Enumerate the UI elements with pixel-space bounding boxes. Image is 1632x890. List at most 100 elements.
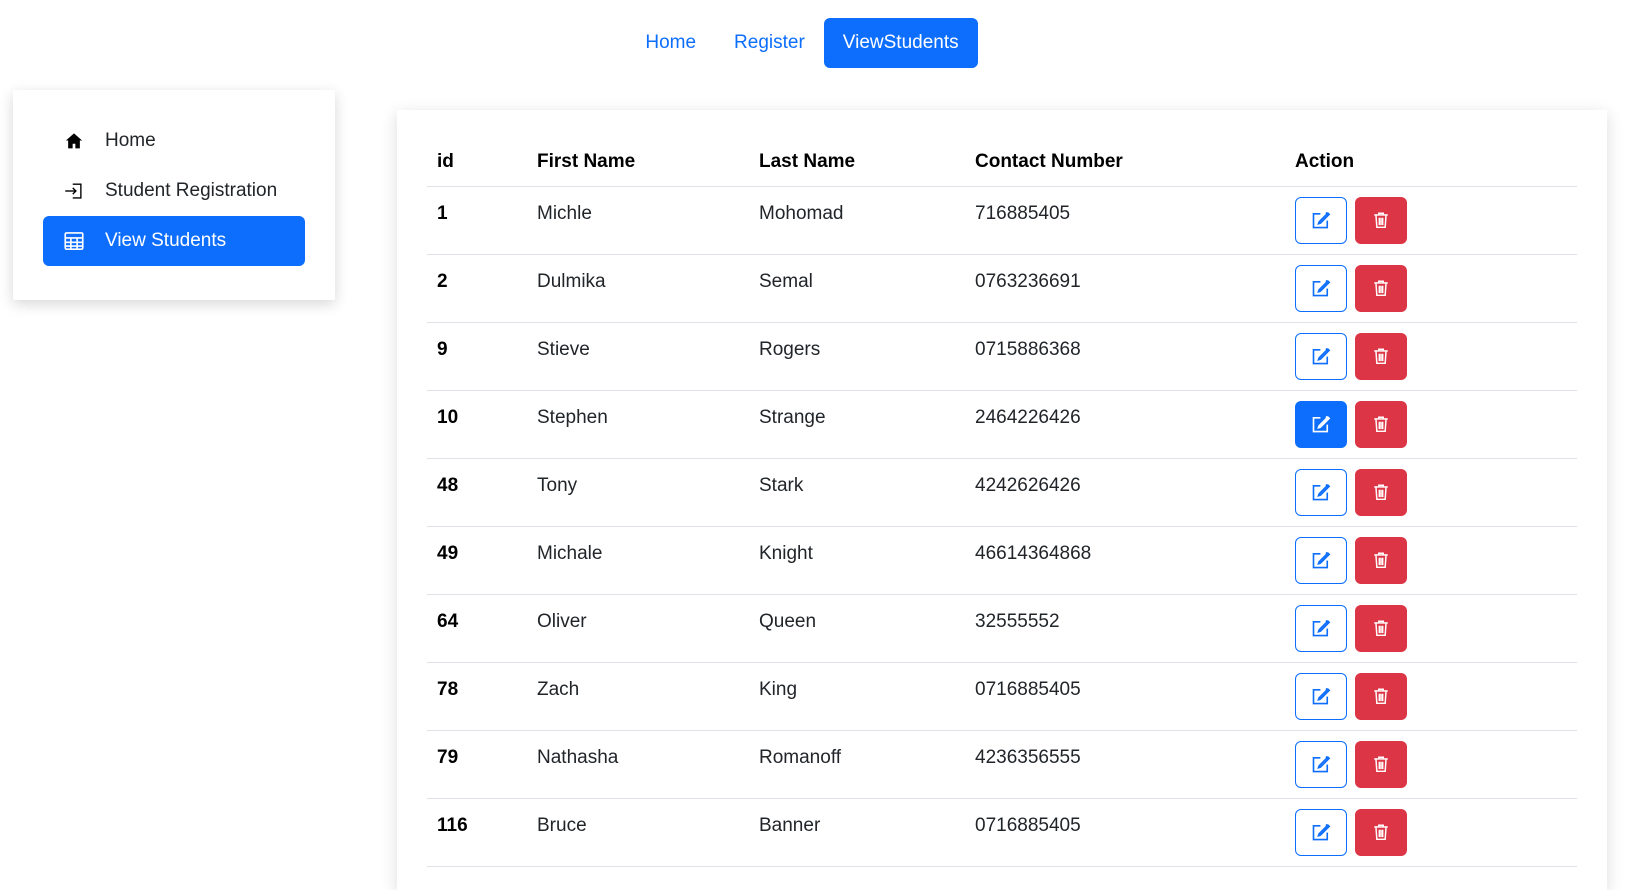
edit-button[interactable] bbox=[1295, 604, 1347, 652]
cell-action bbox=[1285, 594, 1577, 663]
cell-action bbox=[1285, 662, 1577, 731]
cell-contact-number: 0715886368 bbox=[965, 322, 1285, 391]
cell-first-name: Zach bbox=[527, 662, 749, 731]
edit-button[interactable] bbox=[1295, 468, 1347, 516]
home-icon bbox=[63, 130, 85, 152]
cell-action bbox=[1285, 526, 1577, 595]
nav-register-link[interactable]: Register bbox=[715, 18, 824, 68]
edit-button[interactable] bbox=[1295, 332, 1347, 380]
edit-button[interactable] bbox=[1295, 808, 1347, 856]
table-row: 1 Michle Mohomad 716885405 bbox=[427, 186, 1577, 255]
cell-id: 64 bbox=[427, 594, 527, 663]
table-row: 48 Tony Stark 4242626426 bbox=[427, 458, 1577, 527]
header-first-name: First Name bbox=[527, 138, 749, 187]
edit-button[interactable] bbox=[1295, 536, 1347, 584]
table-row: 9 Stieve Rogers 0715886368 bbox=[427, 322, 1577, 391]
cell-first-name: Oliver bbox=[527, 594, 749, 663]
cell-first-name: Dulmika bbox=[527, 254, 749, 323]
cell-action bbox=[1285, 730, 1577, 799]
cell-contact-number: 0716885405 bbox=[965, 662, 1285, 731]
trash-icon bbox=[1372, 482, 1390, 502]
edit-icon bbox=[1311, 482, 1331, 502]
table-header-row: id First Name Last Name Contact Number A… bbox=[427, 138, 1577, 187]
students-card: id First Name Last Name Contact Number A… bbox=[397, 110, 1607, 890]
header-contact-number: Contact Number bbox=[965, 138, 1285, 187]
cell-contact-number: 716885405 bbox=[965, 186, 1285, 255]
cell-action bbox=[1285, 186, 1577, 255]
cell-last-name: Rogers bbox=[749, 322, 965, 391]
edit-button[interactable] bbox=[1295, 740, 1347, 788]
sidebar-item-label: Home bbox=[105, 130, 156, 151]
cell-id: 1 bbox=[427, 186, 527, 255]
cell-action bbox=[1285, 458, 1577, 527]
cell-last-name: Strange bbox=[749, 390, 965, 459]
sidebar-item-label: Student Registration bbox=[105, 180, 278, 201]
cell-contact-number: 2464226426 bbox=[965, 390, 1285, 459]
cell-contact-number: 0716885405 bbox=[965, 798, 1285, 867]
trash-icon bbox=[1372, 414, 1390, 434]
delete-button[interactable] bbox=[1355, 536, 1407, 584]
edit-button[interactable] bbox=[1295, 264, 1347, 312]
header-id: id bbox=[427, 138, 527, 187]
cell-last-name: Queen bbox=[749, 594, 965, 663]
cell-first-name: Stieve bbox=[527, 322, 749, 391]
cell-last-name: Romanoff bbox=[749, 730, 965, 799]
sign-in-icon bbox=[63, 180, 85, 202]
delete-button[interactable] bbox=[1355, 808, 1407, 856]
cell-id: 79 bbox=[427, 730, 527, 799]
cell-id: 48 bbox=[427, 458, 527, 527]
cell-first-name: Nathasha bbox=[527, 730, 749, 799]
cell-id: 10 bbox=[427, 390, 527, 459]
edit-icon bbox=[1311, 618, 1331, 638]
edit-button[interactable] bbox=[1295, 400, 1347, 448]
cell-id: 2 bbox=[427, 254, 527, 323]
sidebar-item-view-students[interactable]: View Students bbox=[43, 216, 305, 266]
cell-id: 49 bbox=[427, 526, 527, 595]
table-icon bbox=[63, 230, 85, 252]
cell-action bbox=[1285, 254, 1577, 323]
trash-icon bbox=[1372, 822, 1390, 842]
cell-last-name: Stark bbox=[749, 458, 965, 527]
edit-icon bbox=[1311, 414, 1331, 434]
cell-id: 9 bbox=[427, 322, 527, 391]
trash-icon bbox=[1372, 618, 1390, 638]
cell-first-name: Tony bbox=[527, 458, 749, 527]
table-row: 79 Nathasha Romanoff 4236356555 bbox=[427, 730, 1577, 799]
nav-home-link[interactable]: Home bbox=[626, 18, 715, 68]
delete-button[interactable] bbox=[1355, 196, 1407, 244]
top-navbar: Home Register ViewStudents bbox=[0, 18, 1632, 68]
cell-first-name: Stephen bbox=[527, 390, 749, 459]
delete-button[interactable] bbox=[1355, 264, 1407, 312]
edit-icon bbox=[1311, 550, 1331, 570]
delete-button[interactable] bbox=[1355, 400, 1407, 448]
delete-button[interactable] bbox=[1355, 332, 1407, 380]
cell-last-name: King bbox=[749, 662, 965, 731]
sidebar-item-home[interactable]: Home bbox=[43, 116, 305, 166]
cell-last-name: Semal bbox=[749, 254, 965, 323]
header-last-name: Last Name bbox=[749, 138, 965, 187]
delete-button[interactable] bbox=[1355, 740, 1407, 788]
sidebar: Home Student Registration View Students bbox=[13, 90, 335, 300]
edit-icon bbox=[1311, 686, 1331, 706]
table-row: 10 Stephen Strange 2464226426 bbox=[427, 390, 1577, 459]
cell-first-name: Michale bbox=[527, 526, 749, 595]
cell-id: 116 bbox=[427, 798, 527, 867]
sidebar-item-label: View Students bbox=[105, 230, 227, 251]
students-table: id First Name Last Name Contact Number A… bbox=[427, 138, 1577, 867]
trash-icon bbox=[1372, 278, 1390, 298]
edit-icon bbox=[1311, 210, 1331, 230]
delete-button[interactable] bbox=[1355, 672, 1407, 720]
edit-icon bbox=[1311, 278, 1331, 298]
delete-button[interactable] bbox=[1355, 604, 1407, 652]
cell-contact-number: 4236356555 bbox=[965, 730, 1285, 799]
trash-icon bbox=[1372, 754, 1390, 774]
cell-contact-number: 0763236691 bbox=[965, 254, 1285, 323]
nav-viewstudents-link[interactable]: ViewStudents bbox=[823, 18, 978, 68]
cell-last-name: Banner bbox=[749, 798, 965, 867]
edit-button[interactable] bbox=[1295, 672, 1347, 720]
edit-button[interactable] bbox=[1295, 196, 1347, 244]
delete-button[interactable] bbox=[1355, 468, 1407, 516]
sidebar-item-student-registration[interactable]: Student Registration bbox=[43, 166, 305, 216]
cell-contact-number: 4242626426 bbox=[965, 458, 1285, 527]
cell-contact-number: 32555552 bbox=[965, 594, 1285, 663]
